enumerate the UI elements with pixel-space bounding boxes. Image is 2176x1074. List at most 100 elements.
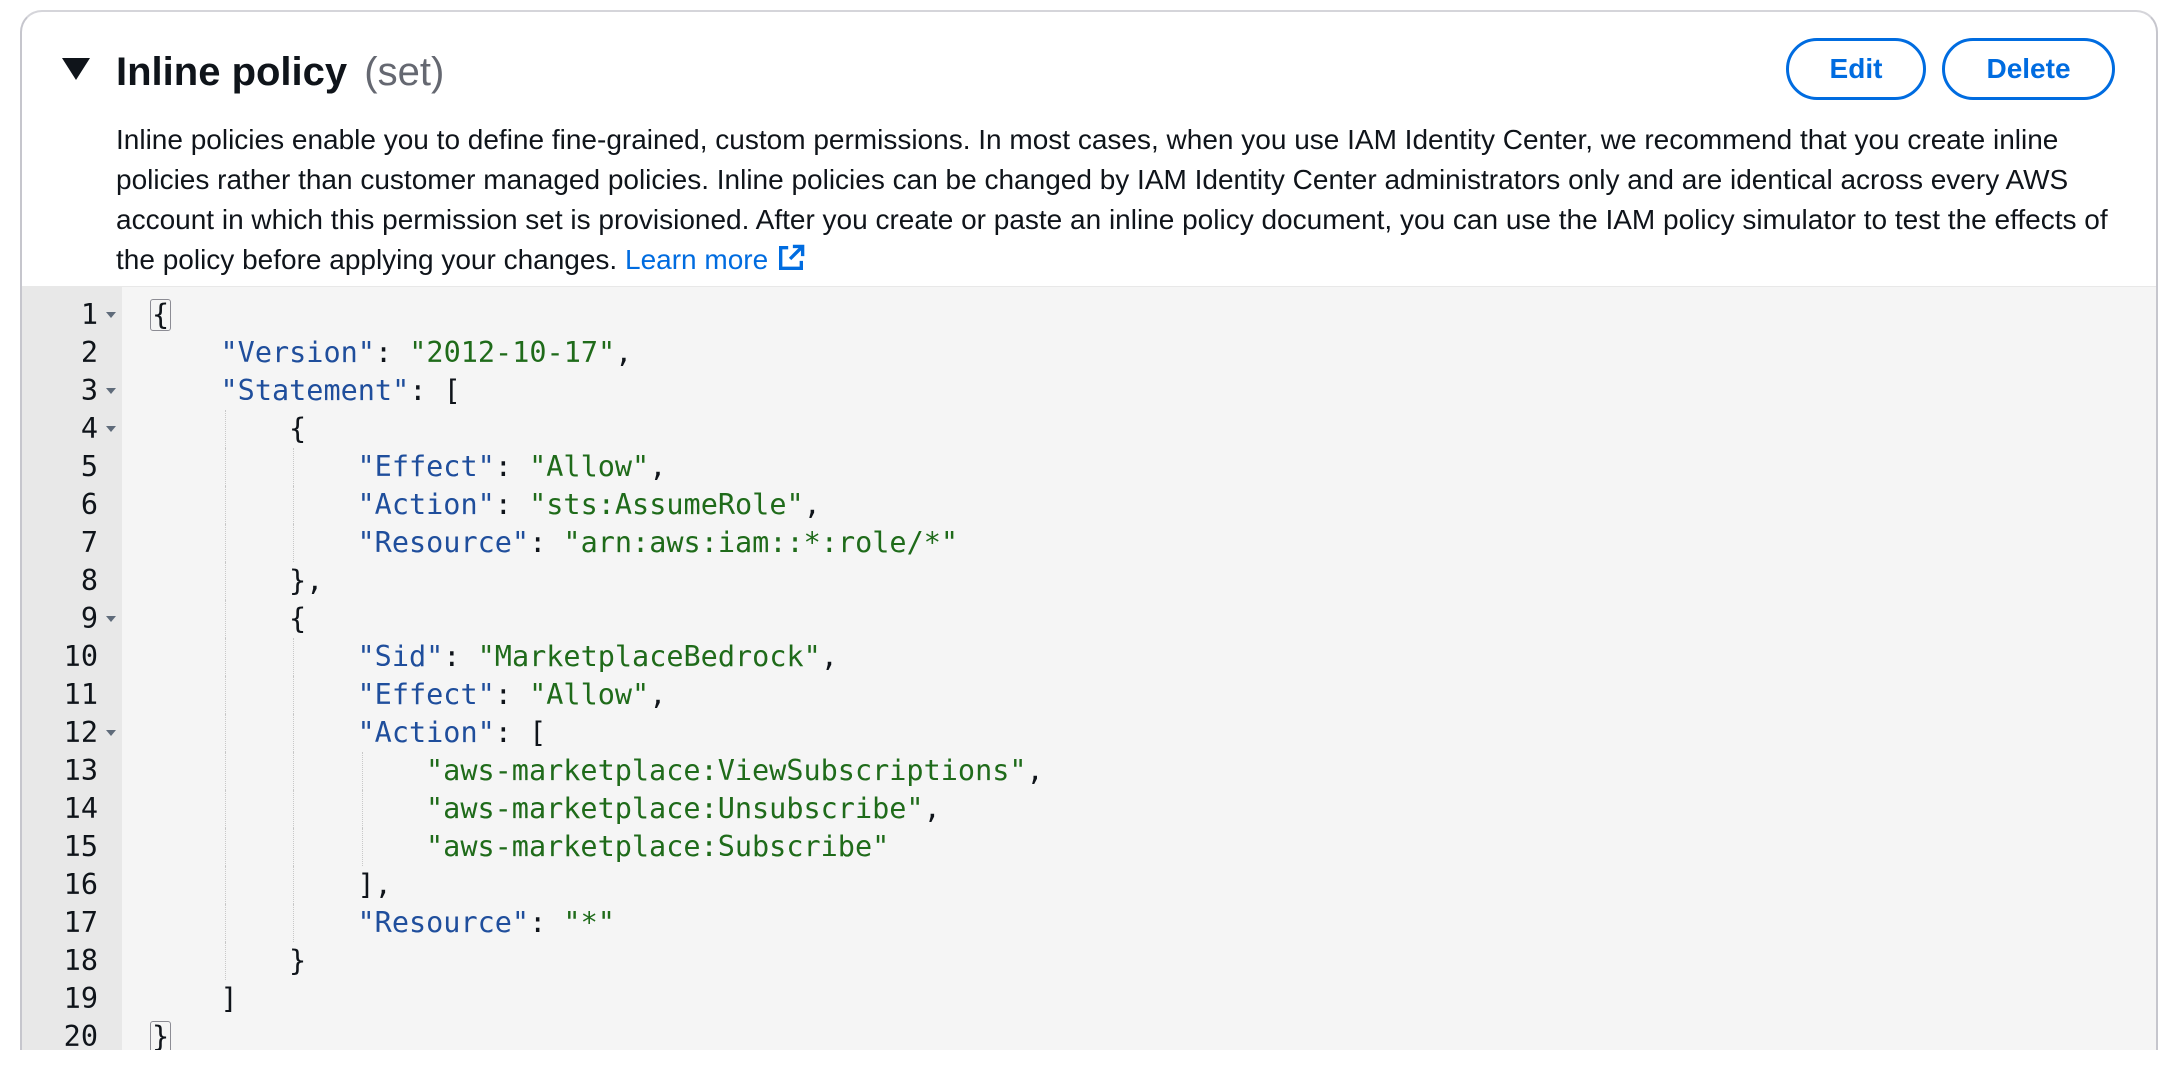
indent-guide — [224, 524, 226, 562]
code-line: 1{ — [22, 296, 2156, 334]
code-line: 10 "Sid": "MarketplaceBedrock", — [22, 638, 2156, 676]
code-text: "Action": "sts:AssumeRole", — [358, 486, 821, 524]
json-punctuation: }, — [289, 564, 324, 597]
indent-guide — [293, 790, 294, 828]
indent-guide — [293, 904, 294, 942]
code-text: ] — [221, 980, 238, 1018]
line-number: 3 — [80, 374, 98, 407]
indent-guide — [224, 486, 226, 524]
code-text: "aws-marketplace:Unsubscribe", — [426, 790, 941, 828]
line-number: 20 — [63, 1020, 98, 1050]
json-punctuation: : — [529, 906, 564, 939]
json-punctuation: , — [649, 450, 667, 483]
code-text: "Statement": [ — [221, 372, 461, 410]
json-key: "Resource" — [357, 526, 530, 559]
indent-guide — [224, 600, 226, 638]
line-number: 12 — [63, 716, 98, 749]
code-text: "Resource": "*" — [358, 904, 615, 942]
code-line: 2 "Version": "2012-10-17", — [22, 334, 2156, 372]
external-link-icon — [779, 244, 805, 270]
indent-guide — [224, 904, 226, 942]
code-text: "Effect": "Allow", — [358, 448, 667, 486]
code-line: 7 "Resource": "arn:aws:iam::*:role/*" — [22, 524, 2156, 562]
line-number: 2 — [80, 336, 98, 369]
code-text: } — [150, 1018, 172, 1050]
fold-toggle-icon[interactable] — [106, 730, 116, 736]
line-number: 7 — [80, 526, 98, 559]
code-text: "Version": "2012-10-17", — [221, 334, 633, 372]
indent-guide — [224, 714, 226, 752]
json-key: "Resource" — [357, 906, 530, 939]
json-punctuation: : [ — [409, 374, 461, 407]
json-key: "Effect" — [357, 678, 495, 711]
code-line: 11 "Effect": "Allow", — [22, 676, 2156, 714]
indent-guide — [361, 752, 363, 790]
json-string: "2012-10-17" — [409, 336, 616, 369]
line-number: 5 — [80, 450, 98, 483]
indent-guide — [293, 866, 294, 904]
fold-toggle-icon[interactable] — [106, 426, 116, 432]
code-line: 13 "aws-marketplace:ViewSubscriptions", — [22, 752, 2156, 790]
learn-more-link[interactable]: Learn more — [625, 244, 806, 275]
code-line: 17 "Resource": "*" — [22, 904, 2156, 942]
fold-toggle-icon[interactable] — [106, 616, 116, 622]
policy-code-editor[interactable]: 1{2 "Version": "2012-10-17", 3 "Statement":… — [22, 286, 2156, 1050]
json-punctuation: , — [1026, 754, 1044, 787]
line-number: 19 — [63, 982, 98, 1015]
section-title: Inline policy (set) — [116, 48, 444, 96]
code-line: 9{ — [22, 600, 2156, 638]
json-punctuation: : — [374, 336, 410, 369]
code-line: 8}, — [22, 562, 2156, 600]
json-key: "Effect" — [357, 450, 495, 483]
json-punctuation: : — [494, 488, 530, 521]
code-text: { — [289, 600, 306, 638]
json-string: "aws-marketplace:ViewSubscriptions" — [426, 754, 1027, 787]
code-lines: 1{2 "Version": "2012-10-17", 3 "Statement":… — [22, 296, 2156, 1050]
code-text: }, — [289, 562, 323, 600]
indent-guide — [293, 714, 294, 752]
code-text: "Resource": "arn:aws:iam::*:role/*" — [358, 524, 959, 562]
line-number: 6 — [80, 488, 98, 521]
indent-guide — [224, 638, 226, 676]
line-number: 16 — [63, 868, 98, 901]
edit-button[interactable]: Edit — [1786, 38, 1926, 100]
indent-guide — [224, 562, 226, 600]
json-key: "Action" — [357, 716, 495, 749]
fold-toggle-icon[interactable] — [106, 312, 116, 318]
code-text: } — [289, 942, 306, 980]
expand-caret-icon[interactable] — [62, 58, 90, 80]
line-number: 13 — [63, 754, 98, 787]
fold-toggle-icon[interactable] — [106, 388, 116, 394]
json-string: "aws-marketplace:Subscribe" — [426, 830, 890, 863]
code-line: 19] — [22, 980, 2156, 1018]
indent-guide — [361, 828, 363, 866]
description-text: Inline policies enable you to define fin… — [116, 124, 2108, 275]
code-line: 4{ — [22, 410, 2156, 448]
indent-guide — [224, 828, 226, 866]
json-string: "MarketplaceBedrock" — [477, 640, 821, 673]
line-number: 1 — [80, 298, 98, 331]
code-line: 6 "Action": "sts:AssumeRole", — [22, 486, 2156, 524]
json-string: "*" — [563, 906, 615, 939]
json-punctuation: : [ — [494, 716, 547, 749]
indent-guide — [293, 448, 294, 486]
json-punctuation: , — [820, 640, 838, 673]
delete-button[interactable]: Delete — [1942, 38, 2115, 100]
indent-guide — [293, 638, 294, 676]
json-punctuation: , — [803, 488, 821, 521]
code-text: "Action": [ — [358, 714, 547, 752]
code-line: 15 "aws-marketplace:Subscribe" — [22, 828, 2156, 866]
section-description: Inline policies enable you to define fin… — [116, 120, 2126, 280]
code-text: "Sid": "MarketplaceBedrock", — [358, 638, 838, 676]
inline-policy-panel: Inline policy (set) Edit Delete Inline p… — [20, 10, 2158, 1050]
json-punctuation: , — [649, 678, 667, 711]
line-number: 15 — [63, 830, 98, 863]
code-text: "aws-marketplace:ViewSubscriptions", — [426, 752, 1044, 790]
code-line: 3 "Statement": [ — [22, 372, 2156, 410]
json-string: "Allow" — [529, 450, 650, 483]
section-title-suffix: (set) — [364, 50, 445, 94]
code-text: { — [150, 296, 172, 334]
matching-brace: { — [150, 298, 172, 331]
indent-guide — [361, 790, 363, 828]
indent-guide — [224, 448, 226, 486]
